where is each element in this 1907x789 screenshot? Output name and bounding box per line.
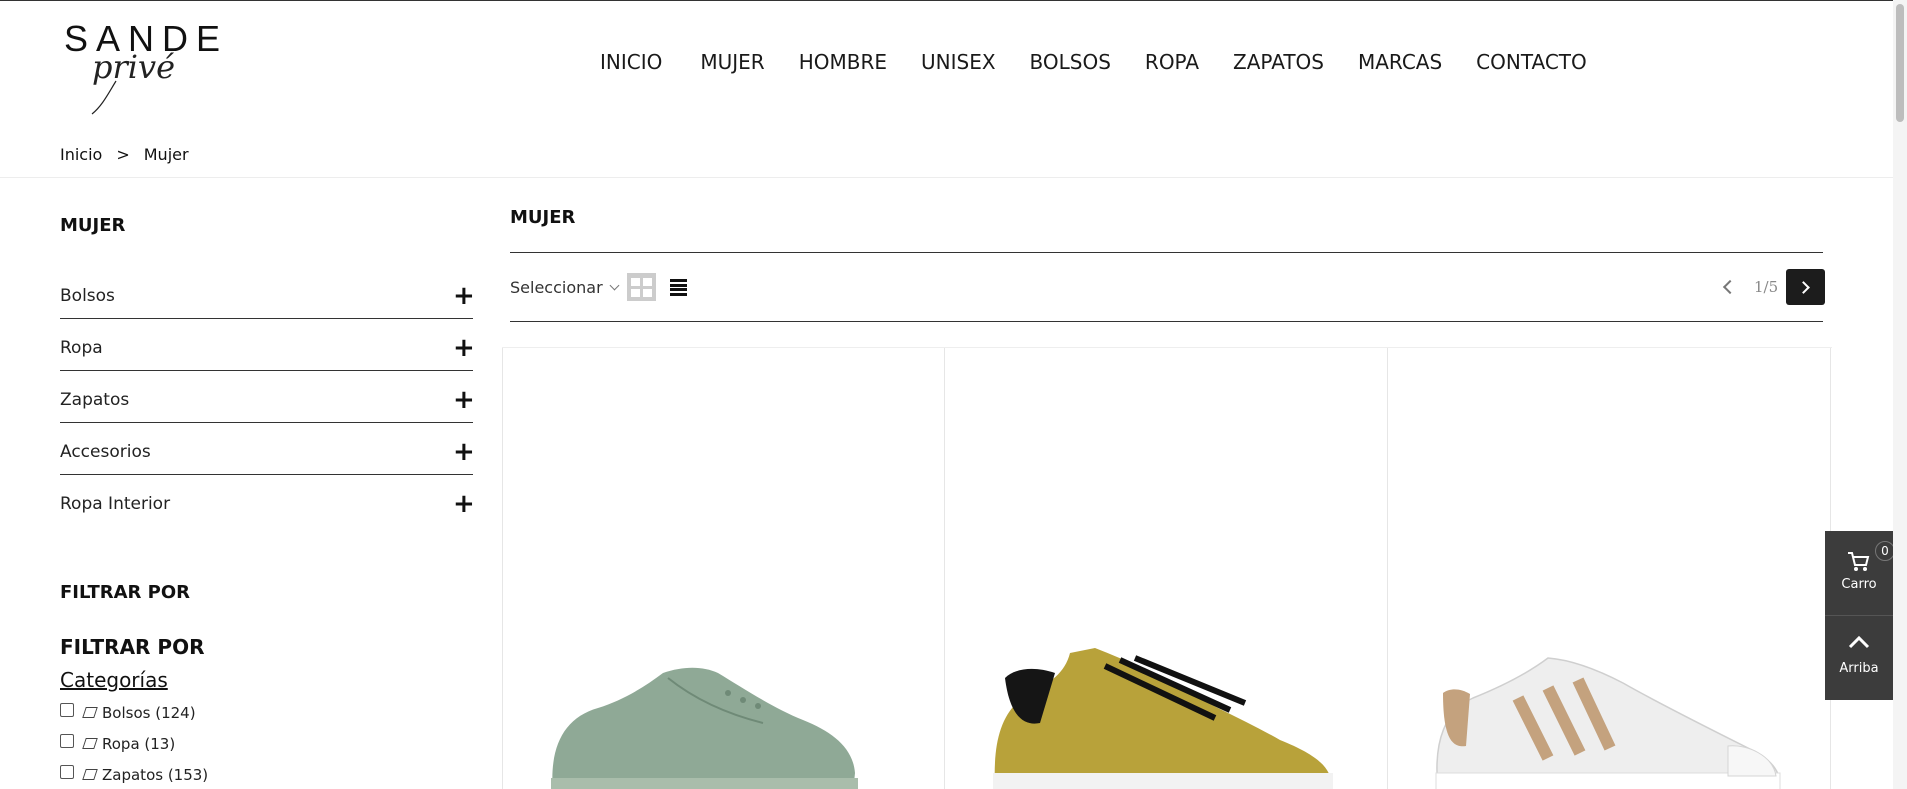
floating-actions: 0 Carro Arriba — [1825, 531, 1895, 700]
page-indicator: 1/5 — [1754, 278, 1779, 296]
product-image-green-sneaker[interactable] — [503, 348, 945, 789]
chevron-down-icon — [609, 280, 620, 290]
scrollbar-thumb[interactable] — [1896, 4, 1904, 122]
header-divider — [0, 177, 1907, 178]
cart-label: Carro — [1841, 577, 1877, 592]
tag-icon — [82, 769, 98, 780]
product-grid — [502, 347, 1832, 789]
page-title: MUJER — [510, 207, 576, 228]
category-label: Ropa — [60, 337, 103, 358]
nav-mujer[interactable]: MUJER — [700, 50, 764, 74]
category-item-zapatos[interactable]: Zapatos + — [60, 371, 475, 423]
category-item-accesorios[interactable]: Accesorios + — [60, 423, 475, 475]
nav-bolsos[interactable]: BOLSOS — [1030, 50, 1111, 74]
cart-count-badge: 0 — [1875, 541, 1895, 561]
filter-option-label: Bolsos (124) — [102, 703, 196, 722]
cart-icon — [1848, 552, 1870, 571]
breadcrumb-separator: > — [116, 145, 130, 164]
breadcrumb-home[interactable]: Inicio — [60, 145, 102, 164]
category-label: Bolsos — [60, 285, 115, 306]
product-card[interactable] — [1388, 348, 1831, 789]
toolbar-divider — [510, 321, 1823, 322]
filter-option-bolsos[interactable]: Bolsos (124) — [60, 697, 208, 728]
chevron-left-icon — [1722, 279, 1738, 295]
nav-hombre[interactable]: HOMBRE — [799, 50, 887, 74]
back-to-top-button[interactable]: Arriba — [1825, 616, 1893, 700]
plus-icon[interactable]: + — [453, 335, 475, 361]
filter-option-label: Ropa (13) — [102, 734, 176, 753]
nav-contacto[interactable]: CONTACTO — [1476, 50, 1587, 74]
title-divider — [510, 252, 1823, 253]
checkbox[interactable] — [60, 764, 74, 779]
tag-icon — [82, 738, 98, 749]
filter-option-ropa[interactable]: Ropa (13) — [60, 728, 208, 759]
next-page-button[interactable] — [1786, 269, 1826, 305]
sort-label: Seleccionar — [510, 278, 603, 297]
category-item-ropa[interactable]: Ropa + — [60, 319, 475, 371]
category-item-bolsos[interactable]: Bolsos + — [60, 267, 475, 319]
page-scrollbar[interactable] — [1893, 0, 1907, 789]
product-card[interactable] — [502, 348, 945, 789]
plus-icon[interactable]: + — [453, 439, 475, 465]
filter-heading-secondary: FILTRAR POR — [60, 635, 205, 659]
filter-option-zapatos[interactable]: Zapatos (153) — [60, 759, 208, 789]
nav-unisex[interactable]: UNISEX — [921, 50, 996, 74]
category-label: Ropa Interior — [60, 494, 171, 514]
filter-option-label: Zapatos (153) — [102, 765, 209, 784]
filter-heading: FILTRAR POR — [60, 582, 191, 603]
prev-page-button[interactable] — [1710, 269, 1746, 305]
filter-options: Bolsos (124) Ropa (13) Zapatos (153) — [60, 697, 208, 789]
sidebar-title: MUJER — [60, 215, 126, 236]
product-image-white-striped-sneaker[interactable] — [1388, 348, 1831, 789]
pagination: 1/5 — [1710, 269, 1826, 305]
nav-inicio[interactable]: INICIO — [600, 50, 662, 74]
back-to-top-label: Arriba — [1839, 661, 1879, 676]
chevron-right-icon — [1797, 280, 1811, 294]
cart-button[interactable]: 0 Carro — [1825, 531, 1895, 615]
main-nav: INICIO MUJER HOMBRE UNISEX BOLSOS ROPA Z… — [600, 50, 1587, 74]
site-logo[interactable]: SANDE privé — [62, 18, 222, 115]
breadcrumb: Inicio > Mujer — [60, 145, 189, 164]
checkbox[interactable] — [60, 733, 74, 748]
nav-zapatos[interactable]: ZAPATOS — [1233, 50, 1324, 74]
chevron-up-icon — [1848, 635, 1870, 649]
sort-select[interactable]: Seleccionar — [510, 278, 620, 297]
nav-marcas[interactable]: MARCAS — [1358, 50, 1442, 74]
category-list: Bolsos + Ropa + Zapatos + Accesorios + R… — [60, 267, 475, 527]
product-image-gold-sneaker[interactable] — [945, 348, 1388, 789]
plus-icon[interactable]: + — [453, 283, 475, 309]
nav-ropa[interactable]: ROPA — [1145, 50, 1199, 74]
plus-icon[interactable]: + — [453, 491, 475, 517]
category-label: Accesorios — [60, 441, 151, 462]
category-item-ropa-interior[interactable]: Ropa Interior + — [60, 475, 475, 527]
plus-icon[interactable]: + — [453, 387, 475, 413]
grid-view-icon[interactable] — [627, 273, 656, 301]
product-card[interactable] — [945, 348, 1388, 789]
list-view-icon[interactable] — [670, 279, 687, 296]
logo-flourish — [91, 80, 117, 115]
top-border — [0, 0, 1907, 1]
breadcrumb-current: Mujer — [143, 145, 189, 164]
tag-icon — [82, 707, 98, 718]
category-label: Zapatos — [60, 389, 130, 410]
filter-group-title[interactable]: Categorías — [60, 668, 168, 692]
checkbox[interactable] — [60, 702, 74, 717]
